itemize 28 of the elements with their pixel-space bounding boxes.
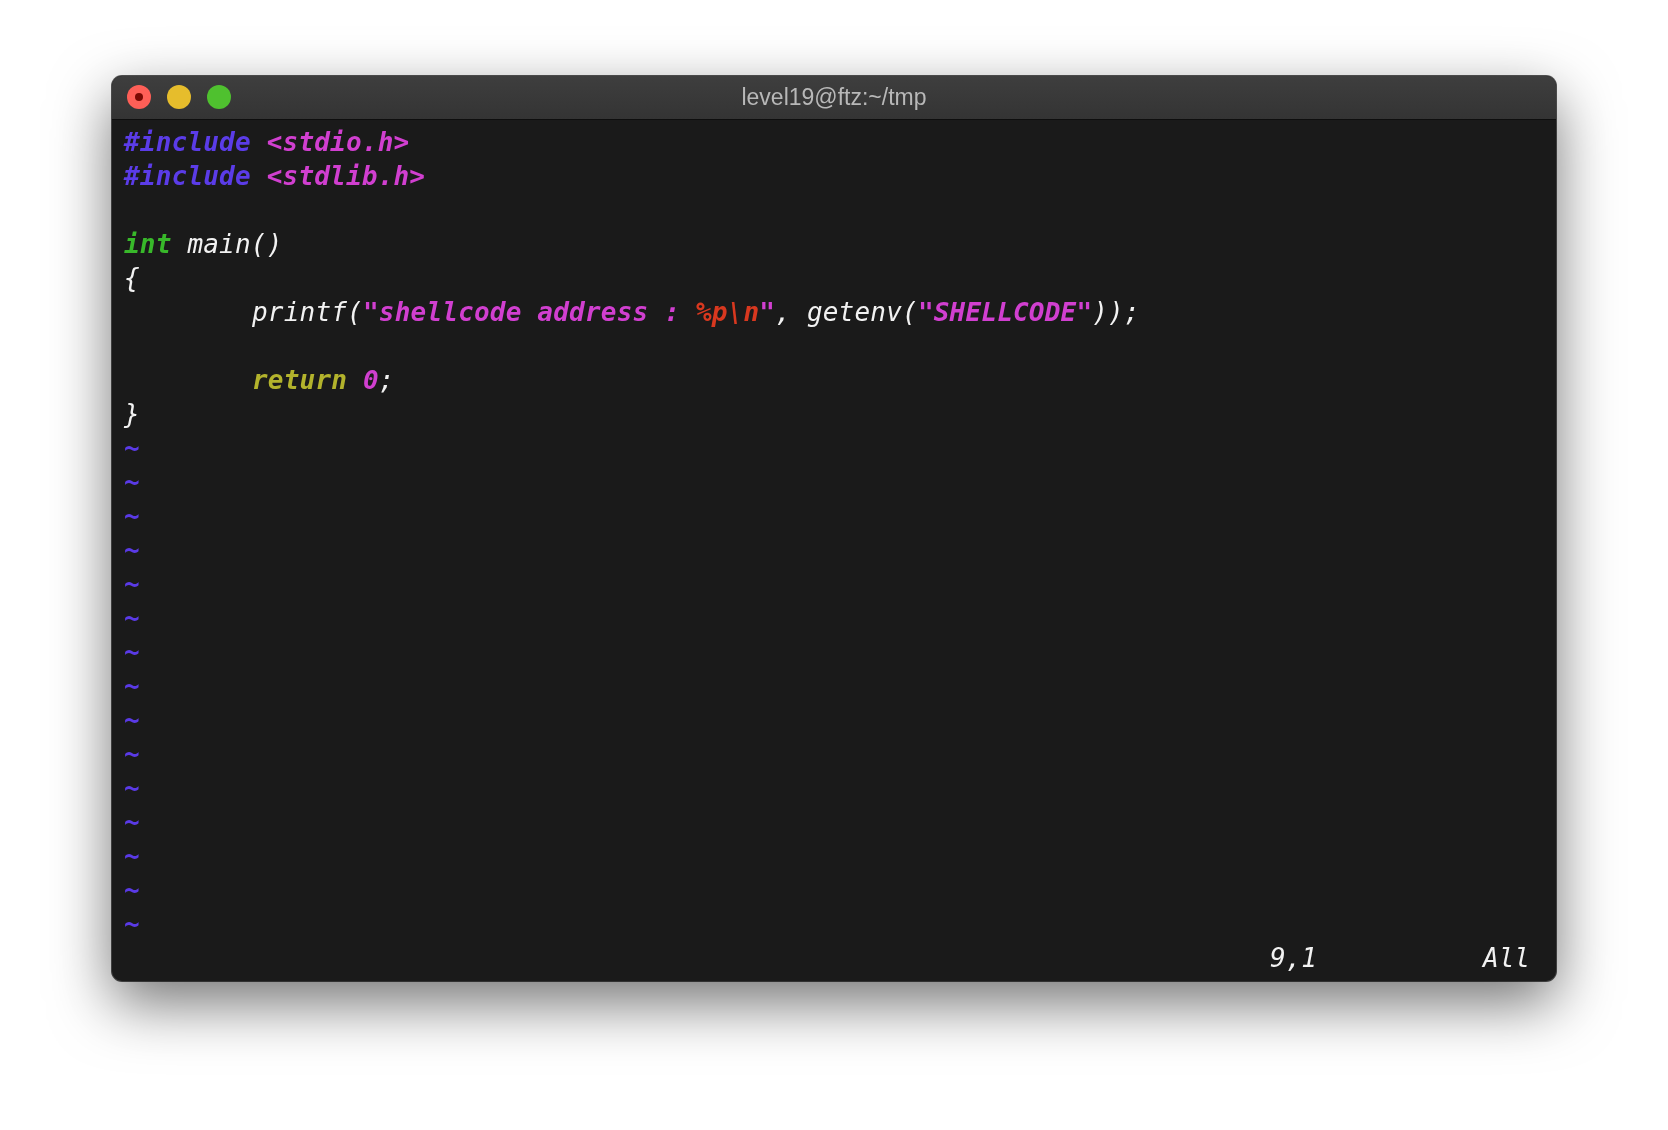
empty-line-marker: ~	[124, 704, 140, 737]
code-line: #include <stdlib.h>	[124, 160, 426, 193]
zoom-button[interactable]	[207, 85, 231, 109]
empty-line-marker: ~	[124, 534, 140, 567]
code-line: int main()	[124, 228, 283, 261]
empty-line-marker: ~	[124, 840, 140, 873]
cursor-position: 9,1	[1270, 942, 1318, 975]
empty-line-marker: ~	[124, 602, 140, 635]
empty-line-marker: ~	[124, 568, 140, 601]
minimize-button[interactable]	[167, 85, 191, 109]
close-button[interactable]	[127, 85, 151, 109]
code-line: return 0;	[252, 364, 395, 397]
code-line: }	[124, 398, 140, 431]
empty-line-marker: ~	[124, 738, 140, 771]
code-line: printf("shellcode address : %p\n", getenv("SHELLCODE"));	[252, 296, 1140, 329]
scroll-position: All	[1483, 942, 1530, 975]
empty-line-marker: ~	[124, 806, 140, 839]
empty-line-marker: ~	[124, 908, 140, 941]
empty-line-marker: ~	[124, 500, 140, 533]
code-line: #include <stdio.h>	[124, 126, 410, 159]
empty-line-marker: ~	[124, 874, 140, 907]
empty-line-marker: ~	[124, 772, 140, 805]
code-line: {	[124, 262, 140, 295]
empty-line-marker: ~	[124, 466, 140, 499]
empty-line-marker: ~	[124, 432, 140, 465]
empty-line-marker: ~	[124, 670, 140, 703]
window-title: level19@ftz:~/tmp	[741, 84, 927, 111]
empty-line-marker: ~	[124, 636, 140, 669]
